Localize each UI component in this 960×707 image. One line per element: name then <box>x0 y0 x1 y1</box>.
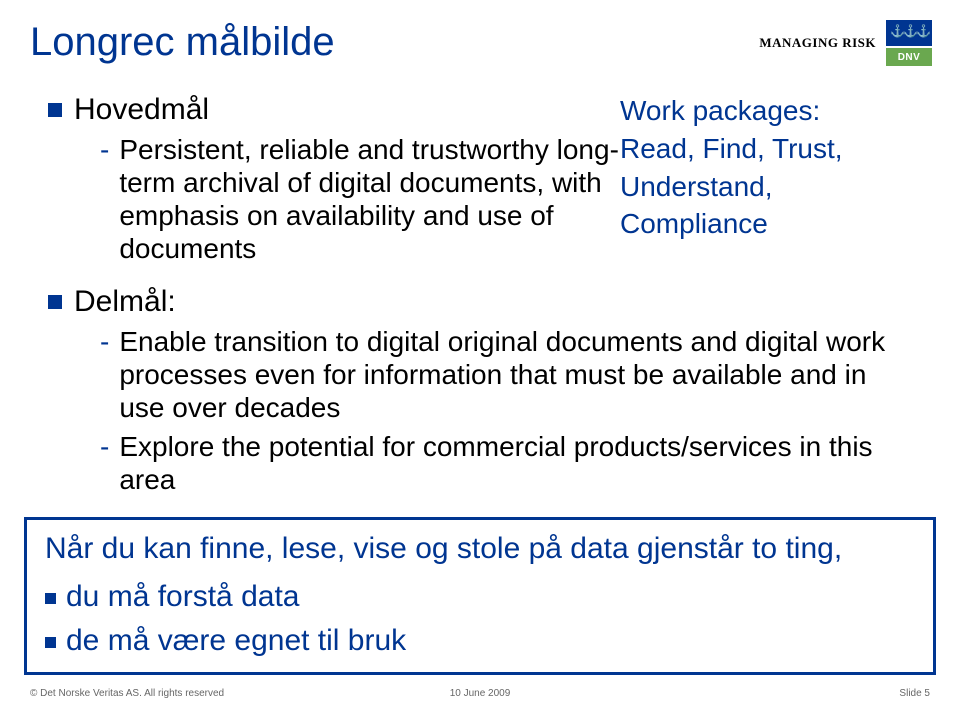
square-bullet-icon <box>48 295 62 309</box>
callout-line1: Når du kan finne, lese, vise og stole på… <box>45 532 915 566</box>
wp-line2: Read, Find, Trust, <box>620 130 920 168</box>
delmal-sub1: - Enable transition to digital original … <box>100 325 890 424</box>
dash-bullet-icon: - <box>100 430 109 496</box>
callout-item1: du må forstå data <box>45 580 915 614</box>
footer-copyright: © Det Norske Veritas AS. All rights rese… <box>30 688 224 699</box>
hovedmal-sub1: - Persistent, reliable and trustworthy l… <box>100 133 670 265</box>
callout-item2: de må være egnet til bruk <box>45 624 915 658</box>
work-packages-box: Work packages: Read, Find, Trust, Unders… <box>620 92 920 243</box>
square-bullet-icon <box>45 637 56 648</box>
delmal-label: Delmål: <box>74 285 176 319</box>
logo-anchors-icon <box>886 20 932 46</box>
dash-bullet-icon: - <box>100 133 109 265</box>
callout-item1-text: du må forstå data <box>66 580 299 614</box>
wp-line1: Work packages: <box>620 92 920 130</box>
hovedmal-sub1-text: Persistent, reliable and trustworthy lon… <box>119 133 670 265</box>
callout-box: Når du kan finne, lese, vise og stole på… <box>24 517 936 675</box>
square-bullet-icon <box>48 103 62 117</box>
footer-slide-number: Slide 5 <box>899 688 930 699</box>
managing-risk-label: MANAGING RISK <box>759 35 876 51</box>
hovedmal-label: Hovedmål <box>74 93 209 127</box>
callout-item2-text: de må være egnet til bruk <box>66 624 406 658</box>
footer-date: 10 June 2009 <box>450 688 511 699</box>
slide: MANAGING RISK DNV Longrec målbilde Hoved… <box>0 0 960 707</box>
delmal-sub2: - Explore the potential for commercial p… <box>100 430 890 496</box>
wp-line3: Understand, Compliance <box>620 168 920 244</box>
logo-text: DNV <box>886 48 932 66</box>
dash-bullet-icon: - <box>100 325 109 424</box>
header-right: MANAGING RISK DNV <box>759 20 932 66</box>
footer: © Det Norske Veritas AS. All rights rese… <box>30 688 930 699</box>
square-bullet-icon <box>45 593 56 604</box>
delmal-sub1-text: Enable transition to digital original do… <box>119 325 890 424</box>
delmal-sub2-text: Explore the potential for commercial pro… <box>119 430 890 496</box>
dnv-logo: DNV <box>886 20 932 66</box>
delmal-heading: Delmål: <box>48 285 930 319</box>
